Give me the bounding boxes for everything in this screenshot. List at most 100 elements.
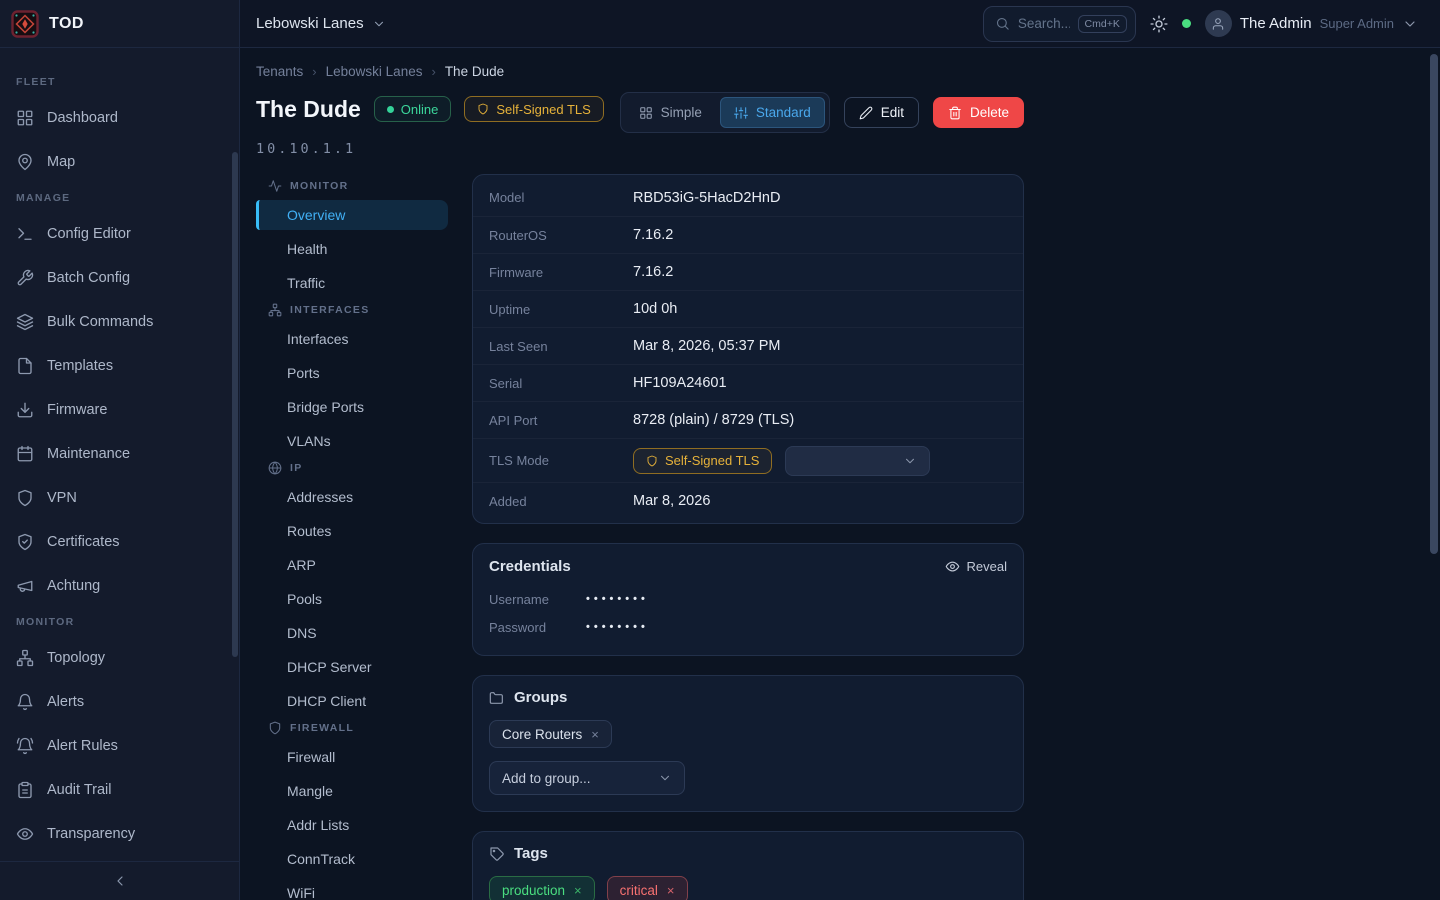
- sidebar-item[interactable]: Batch Config: [0, 258, 239, 298]
- sidebar-item-icon: [16, 577, 34, 595]
- pencil-icon: [859, 106, 873, 120]
- sidebar-item-icon: [16, 781, 34, 799]
- subnav-item[interactable]: ConnTrack: [256, 844, 448, 874]
- subnav-section: MONITOR Overview Health Traffic: [256, 179, 448, 298]
- tls-mode-select[interactable]: [785, 446, 930, 476]
- subnav-item[interactable]: Addr Lists: [256, 810, 448, 840]
- tag-chip[interactable]: critical ×: [607, 876, 688, 900]
- sidebar-item[interactable]: Firmware: [0, 390, 239, 430]
- add-to-group-select[interactable]: Add to group...: [489, 761, 685, 795]
- shield-icon: [477, 103, 489, 115]
- sidebar-item[interactable]: VPN: [0, 478, 239, 518]
- sidebar-item[interactable]: Bulk Commands: [0, 302, 239, 342]
- sidebar-item[interactable]: Achtung: [0, 566, 239, 606]
- subnav-item[interactable]: VLANs: [256, 426, 448, 456]
- subnav-item[interactable]: ARP: [256, 550, 448, 580]
- sidebar-item[interactable]: Topology: [0, 638, 239, 678]
- delete-button-label: Delete: [970, 105, 1009, 120]
- status-badge: Online: [374, 96, 452, 122]
- subnav-item[interactable]: DHCP Server: [256, 652, 448, 682]
- subnav-item[interactable]: Mangle: [256, 776, 448, 806]
- subnav-section-icon: [268, 461, 282, 475]
- tag-icon: [489, 846, 505, 862]
- sidebar-item[interactable]: Dashboard: [0, 98, 239, 138]
- sidebar-item[interactable]: Alert Rules: [0, 726, 239, 766]
- main-scrollbar-thumb[interactable]: [1430, 54, 1438, 554]
- subnav-item[interactable]: Interfaces: [256, 324, 448, 354]
- sidebar-item-label: Firmware: [47, 402, 107, 418]
- delete-button[interactable]: Delete: [933, 97, 1024, 128]
- group-chip-label: Core Routers: [502, 727, 582, 742]
- user-menu[interactable]: The Admin Super Admin: [1205, 10, 1418, 37]
- search-input[interactable]: [1018, 16, 1070, 31]
- subnav-item[interactable]: Firewall: [256, 742, 448, 772]
- sidebar-item-icon: [16, 737, 34, 755]
- remove-chip-icon[interactable]: ×: [667, 884, 675, 897]
- subnav-section-icon: [268, 721, 282, 735]
- shield-icon: [646, 455, 658, 467]
- subnav-item[interactable]: Routes: [256, 516, 448, 546]
- edit-button[interactable]: Edit: [844, 97, 919, 128]
- sidebar-item-icon: [16, 445, 34, 463]
- tenant-selector[interactable]: Lebowski Lanes: [256, 15, 386, 32]
- credential-label: Password: [489, 620, 586, 635]
- subnav-item[interactable]: Bridge Ports: [256, 392, 448, 422]
- theme-toggle-button[interactable]: [1150, 15, 1168, 33]
- avatar: [1205, 10, 1232, 37]
- breadcrumb-item[interactable]: Lebowski Lanes: [326, 64, 423, 79]
- view-mode-icon: [734, 106, 748, 120]
- overview-row-value: 8728 (plain) / 8729 (TLS): [633, 412, 794, 428]
- groups-title: Groups: [514, 689, 567, 706]
- tls-badge: Self-Signed TLS: [464, 96, 603, 122]
- sidebar-item-icon: [16, 693, 34, 711]
- sidebar-section-title: FLEET: [0, 76, 239, 88]
- subnav-item[interactable]: Ports: [256, 358, 448, 388]
- sidebar-scrollbar-thumb[interactable]: [232, 152, 238, 657]
- sidebar-item[interactable]: Certificates: [0, 522, 239, 562]
- subnav-section: INTERFACES Interfaces Ports Bridge Ports: [256, 303, 448, 456]
- sidebar-item-label: Audit Trail: [47, 782, 111, 798]
- brand-name: TOD: [49, 15, 84, 33]
- remove-chip-icon[interactable]: ×: [574, 884, 582, 897]
- group-chip[interactable]: Core Routers ×: [489, 720, 612, 748]
- sidebar-item[interactable]: Map: [0, 142, 239, 182]
- page-title: The Dude: [256, 95, 361, 123]
- device-subnav: MONITOR Overview Health Traffic: [256, 174, 448, 900]
- breadcrumb-item[interactable]: The Dude: [445, 64, 504, 79]
- subnav-item[interactable]: DHCP Client: [256, 686, 448, 716]
- sun-icon: [1150, 15, 1168, 33]
- subnav-item[interactable]: Pools: [256, 584, 448, 614]
- sidebar-item[interactable]: Templates: [0, 346, 239, 386]
- subnav-item[interactable]: Health: [256, 234, 448, 264]
- sidebar-item[interactable]: Audit Trail: [0, 770, 239, 810]
- page-header: The Dude Online Self-Signed TLS: [256, 95, 1024, 133]
- sidebar-item-label: Achtung: [47, 578, 100, 594]
- subnav-section-icon: [268, 179, 282, 193]
- view-mode-option[interactable]: Simple: [625, 97, 716, 128]
- subnav-item[interactable]: Addresses: [256, 482, 448, 512]
- overview-row: Firmware 7.16.2: [473, 253, 1023, 290]
- search-box[interactable]: Cmd+K: [983, 6, 1136, 42]
- subnav-item[interactable]: WiFi: [256, 878, 448, 900]
- sidebar-item[interactable]: Transparency: [0, 814, 239, 854]
- overview-card: Model RBD53iG-5HacD2HnD RouterOS 7.16.2: [472, 174, 1024, 524]
- subnav-item[interactable]: DNS: [256, 618, 448, 648]
- add-to-group-placeholder: Add to group...: [502, 771, 591, 786]
- sidebar-item[interactable]: Alerts: [0, 682, 239, 722]
- sidebar-item[interactable]: Maintenance: [0, 434, 239, 474]
- breadcrumb-item[interactable]: Tenants: [256, 64, 303, 79]
- tag-chip[interactable]: production ×: [489, 876, 595, 900]
- subnav-item[interactable]: Traffic: [256, 268, 448, 298]
- sidebar-item[interactable]: Config Editor: [0, 214, 239, 254]
- tags-title: Tags: [514, 845, 548, 862]
- breadcrumb-separator: ›: [431, 64, 435, 79]
- reveal-button[interactable]: Reveal: [945, 559, 1007, 574]
- overview-row-label: API Port: [489, 413, 633, 428]
- subnav-item[interactable]: Overview: [256, 200, 448, 230]
- device-ip: 10.10.1.1: [256, 141, 1024, 157]
- view-mode-option[interactable]: Standard: [720, 97, 825, 128]
- remove-chip-icon[interactable]: ×: [591, 728, 599, 741]
- main-content: Tenants › Lebowski Lanes › The Dude ›: [240, 48, 1440, 900]
- sidebar-item-label: Map: [47, 154, 75, 170]
- sidebar-collapse-button[interactable]: [112, 873, 128, 889]
